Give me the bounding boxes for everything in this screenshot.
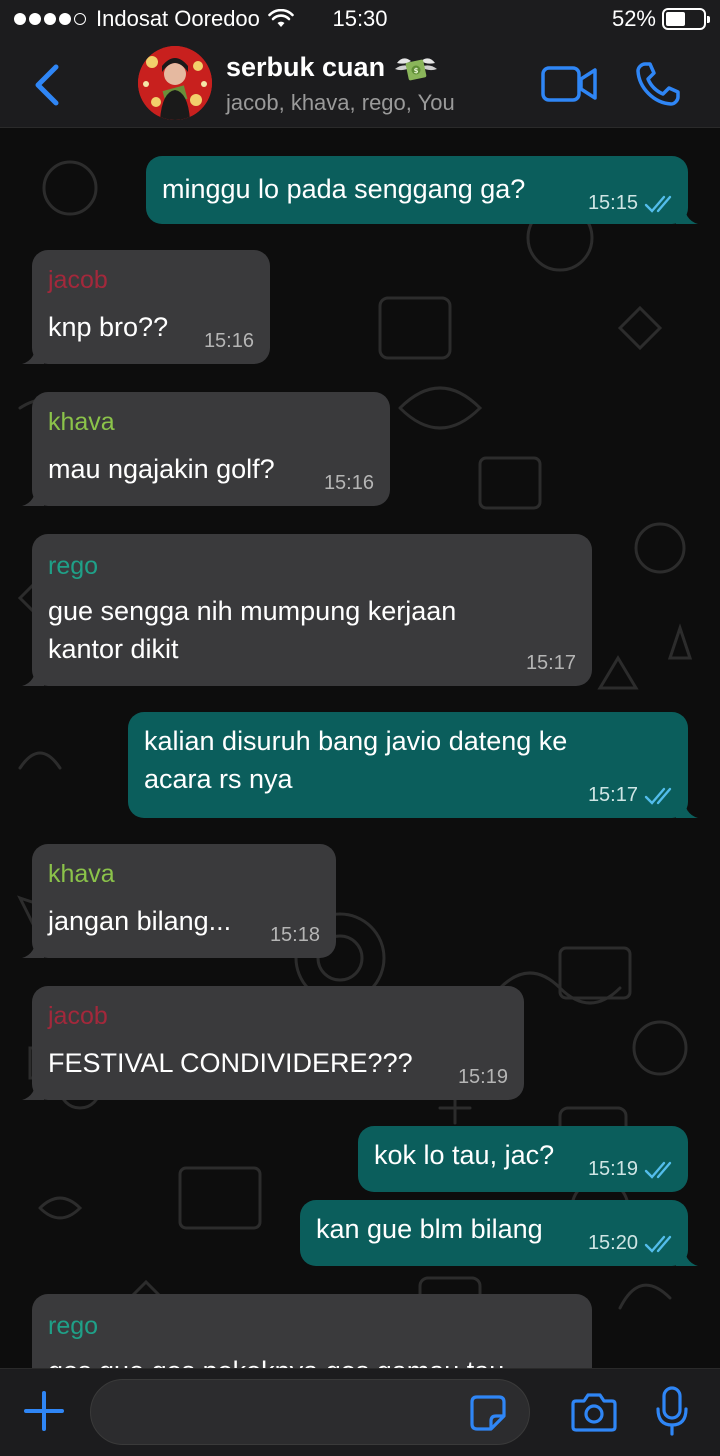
chat-header: serbuk cuan $ jacob, khava, rego, You <box>0 40 720 128</box>
message-bubble-incoming[interactable]: jacob FESTIVAL CONDIVIDERE??? 15:19 <box>22 986 524 1100</box>
message-time: 15:19 <box>587 1158 638 1180</box>
message-bubble-outgoing[interactable]: kok lo tau, jac? 15:19 <box>358 1126 688 1192</box>
battery-level-fill <box>666 12 685 26</box>
bubble-tail <box>22 1078 44 1100</box>
message-sender: rego <box>48 552 99 580</box>
read-receipt-icon <box>644 195 672 213</box>
group-avatar[interactable] <box>138 46 212 120</box>
message-text: gue sengga nih mumpung kerjaan <box>48 596 457 626</box>
bubble-tail <box>22 936 44 958</box>
message-bubble-outgoing[interactable]: minggu lo pada senggang ga? 15:15 <box>146 156 698 224</box>
message-time: 15:17 <box>587 784 638 806</box>
voice-call-button[interactable] <box>634 60 682 108</box>
back-button[interactable] <box>28 62 68 108</box>
bubble-tail <box>22 664 44 686</box>
message-input[interactable] <box>111 1394 461 1432</box>
message-list[interactable]: minggu lo pada senggang ga? 15:15 jacob … <box>0 128 720 1368</box>
message-bubble-incoming[interactable]: rego gue sengga nih mumpung kerjaan kant… <box>22 534 592 686</box>
message-sender: khava <box>48 408 115 436</box>
bubble-tail <box>22 342 44 364</box>
group-name-text: serbuk cuan <box>226 52 386 82</box>
message-text: FESTIVAL CONDIVIDERE??? <box>48 1048 413 1078</box>
read-receipt-icon <box>644 787 672 805</box>
status-bar: Indosat Ooredoo 15:30 52% <box>0 0 720 40</box>
message-bubble-incoming[interactable]: rego gos gue gos pokoknya gos gamau tau <box>32 1294 592 1368</box>
message-time: 15:16 <box>323 472 374 494</box>
message-sender: jacob <box>48 266 108 294</box>
status-right: 52% <box>611 6 710 32</box>
message-text: jangan bilang... <box>48 906 232 936</box>
message-bubble-incoming[interactable]: khava mau ngajakin golf? 15:16 <box>22 392 390 506</box>
avatar-image <box>138 46 212 120</box>
message-text: kan gue blm bilang <box>316 1214 543 1244</box>
sticker-button[interactable] <box>469 1394 507 1432</box>
message-bubble-incoming[interactable]: khava jangan bilang... 15:18 <box>22 844 336 958</box>
battery-percent: 52% <box>611 6 656 31</box>
message-text: mau ngajakin golf? <box>48 454 275 484</box>
message-time: 15:20 <box>587 1232 638 1254</box>
message-input-container <box>90 1379 530 1445</box>
bubble-tail <box>22 484 44 506</box>
svg-text:$: $ <box>414 67 419 75</box>
bubble-tail <box>676 1244 698 1266</box>
message-text: kantor dikit <box>48 634 179 664</box>
battery-icon <box>662 8 710 30</box>
message-sender: jacob <box>48 1002 108 1030</box>
message-time: 15:17 <box>525 652 576 674</box>
composer-bar <box>0 1368 720 1456</box>
message-time: 15:16 <box>203 330 254 352</box>
camera-button[interactable] <box>570 1391 618 1433</box>
attach-plus-button[interactable] <box>22 1389 66 1433</box>
message-time: 15:15 <box>587 192 638 214</box>
message-time: 15:18 <box>269 924 320 946</box>
message-time: 15:19 <box>457 1066 508 1088</box>
message-text: kalian disuruh bang javio dateng ke <box>144 726 568 756</box>
group-members: jacob, khava, rego, You <box>226 90 455 115</box>
read-receipt-icon <box>644 1161 672 1179</box>
message-sender: rego <box>48 1312 99 1340</box>
message-text: gos gue gos pokoknya gos gamau tau <box>48 1352 504 1368</box>
message-text: knp bro?? <box>48 312 169 342</box>
bubble-tail <box>676 796 698 818</box>
video-call-button[interactable] <box>540 64 598 104</box>
message-bubble-outgoing[interactable]: kalian disuruh bang javio dateng ke acar… <box>128 712 698 818</box>
read-receipt-icon <box>644 1235 672 1253</box>
message-text: minggu lo pada senggang ga? <box>162 174 526 204</box>
message-bubble-outgoing[interactable]: kan gue blm bilang 15:20 <box>300 1200 698 1266</box>
microphone-button[interactable] <box>654 1385 690 1437</box>
bubble-tail <box>676 202 698 224</box>
money-with-wings-icon: $ <box>395 57 438 80</box>
group-title[interactable]: serbuk cuan $ <box>226 52 439 83</box>
message-sender: khava <box>48 860 115 888</box>
message-bubble-incoming[interactable]: jacob knp bro?? 15:16 <box>22 250 270 364</box>
message-text: acara rs nya <box>144 764 293 794</box>
message-text: kok lo tau, jac? <box>374 1140 555 1170</box>
